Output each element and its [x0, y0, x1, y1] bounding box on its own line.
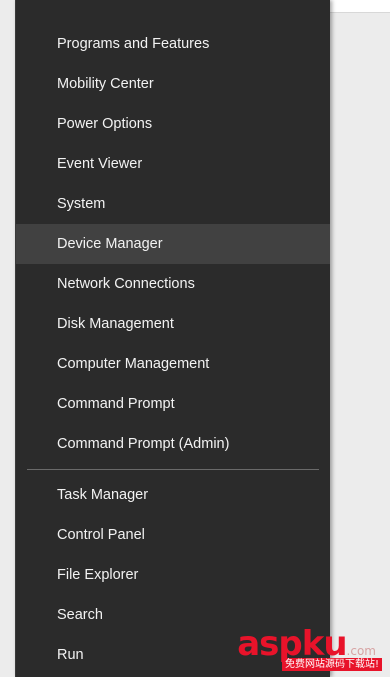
menu-item-mobility-center[interactable]: Mobility Center: [16, 64, 330, 104]
menu-item-event-viewer[interactable]: Event Viewer: [16, 144, 330, 184]
menu-item-task-manager[interactable]: Task Manager: [16, 475, 330, 515]
menu-item-disk-management[interactable]: Disk Management: [16, 304, 330, 344]
menu-item-command-prompt[interactable]: Command Prompt: [16, 384, 330, 424]
menu-group-primary: Programs and Features Mobility Center Po…: [16, 0, 330, 464]
watermark-tagline: 免费网站源码下载站!: [281, 658, 382, 671]
menu-item-control-panel[interactable]: Control Panel: [16, 515, 330, 555]
menu-item-system[interactable]: System: [16, 184, 330, 224]
menu-item-power-options[interactable]: Power Options: [16, 104, 330, 144]
winx-context-menu: Programs and Features Mobility Center Po…: [15, 0, 330, 677]
menu-separator: [27, 469, 319, 470]
menu-item-network-connections[interactable]: Network Connections: [16, 264, 330, 304]
watermark-logo: aspku.com 免费网站源码下载站!: [214, 627, 384, 671]
menu-item-computer-management[interactable]: Computer Management: [16, 344, 330, 384]
menu-item-command-prompt-admin[interactable]: Command Prompt (Admin): [16, 424, 330, 464]
menu-item-device-manager[interactable]: Device Manager: [16, 224, 330, 264]
menu-item-programs-and-features[interactable]: Programs and Features: [16, 24, 330, 64]
menu-item-file-explorer[interactable]: File Explorer: [16, 555, 330, 595]
watermark-domain-suffix: .com: [346, 644, 376, 658]
